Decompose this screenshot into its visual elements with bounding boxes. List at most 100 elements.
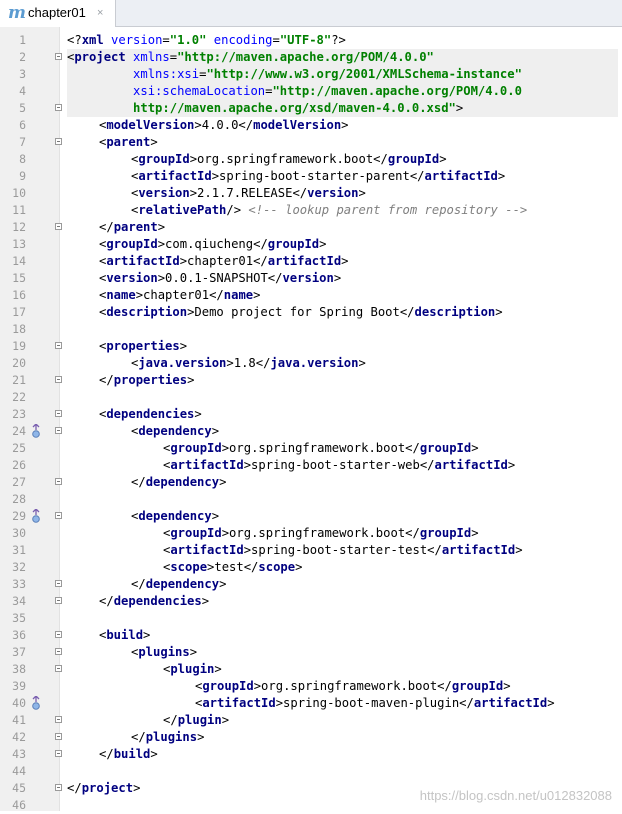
code-line[interactable]: 33 </dependency> — [0, 576, 622, 593]
code-line[interactable]: 28 — [0, 491, 622, 508]
code-token: java.version — [270, 356, 359, 370]
code-token: > — [253, 288, 261, 302]
code-token: plugins — [138, 645, 190, 659]
code-token: dependencies — [106, 407, 195, 421]
code-line[interactable]: 25 <groupId>org.springframework.boot</gro… — [0, 440, 622, 457]
fold-toggle-icon[interactable] — [55, 716, 62, 723]
fold-toggle-icon[interactable] — [55, 376, 62, 383]
line-number: 13 — [12, 237, 26, 251]
code-token: artifactId — [202, 696, 276, 710]
code-token: > — [189, 645, 198, 659]
code-line[interactable]: 29 <dependency> — [0, 508, 622, 525]
code-text: <version>0.0.1-SNAPSHOT</version> — [67, 270, 618, 287]
code-line[interactable]: 13 <groupId>com.qiucheng</groupId> — [0, 236, 622, 253]
line-number: 1 — [19, 33, 26, 47]
code-line[interactable]: 15 <version>0.0.1-SNAPSHOT</version> — [0, 270, 622, 287]
fold-toggle-icon[interactable] — [55, 631, 62, 638]
fold-toggle-icon[interactable] — [55, 648, 62, 655]
code-line[interactable]: 24 <dependency> — [0, 423, 622, 440]
code-line[interactable]: 17 <description>Demo project for Spring B… — [0, 304, 622, 321]
overrides-parent-icon[interactable] — [31, 423, 41, 439]
code-line[interactable]: 36 <build> — [0, 627, 622, 644]
code-line[interactable]: 44 — [0, 763, 622, 780]
line-number: 4 — [19, 84, 26, 98]
code-line[interactable]: 22 — [0, 389, 622, 406]
code-line[interactable]: 11 <relativePath/> <!-- lookup parent fro… — [0, 202, 622, 219]
code-line[interactable]: 9 <artifactId>spring-boot-starter-parent<… — [0, 168, 622, 185]
code-line[interactable]: 19 <properties> — [0, 338, 622, 355]
fold-toggle-icon[interactable] — [55, 750, 62, 757]
code-line[interactable]: 20 <java.version>1.8</java.version> — [0, 355, 622, 372]
code-token: "http://maven.apache.org/POM/4.0.0" — [177, 50, 434, 64]
code-line[interactable]: 12 </parent> — [0, 219, 622, 236]
code-line[interactable]: 8 <groupId>org.springframework.boot</grou… — [0, 151, 622, 168]
code-line[interactable]: 4 xsi:schemaLocation="http://maven.apach… — [0, 83, 622, 100]
code-line[interactable]: 30 <groupId>org.springframework.boot</gro… — [0, 525, 622, 542]
code-token: </ — [163, 713, 178, 727]
code-text: <relativePath/> <!-- lookup parent from … — [67, 202, 618, 219]
code-token: xml — [81, 33, 112, 47]
fold-toggle-icon[interactable] — [55, 223, 62, 230]
code-line[interactable]: 6 <modelVersion>4.0.0</modelVersion> — [0, 117, 622, 134]
code-line[interactable]: 40 <artifactId>spring-boot-maven-plugin</… — [0, 695, 622, 712]
code-line[interactable]: 18 — [0, 321, 622, 338]
fold-toggle-icon[interactable] — [55, 597, 62, 604]
code-line[interactable]: 3 xmlns:xsi="http://www.w3.org/2001/XMLS… — [0, 66, 622, 83]
code-token: relativePath — [138, 203, 227, 217]
code-line[interactable]: 14 <artifactId>chapter01</artifactId> — [0, 253, 622, 270]
fold-toggle-icon[interactable] — [55, 733, 62, 740]
fold-toggle-icon[interactable] — [55, 138, 62, 145]
code-line[interactable]: 34 </dependencies> — [0, 593, 622, 610]
fold-toggle-icon[interactable] — [55, 478, 62, 485]
code-line[interactable]: 38 <plugin> — [0, 661, 622, 678]
code-line[interactable]: 23 <dependencies> — [0, 406, 622, 423]
code-text: </build> — [67, 746, 618, 763]
fold-toggle-icon[interactable] — [55, 580, 62, 587]
code-line[interactable]: 2 <project xmlns="http://maven.apache.org… — [0, 49, 622, 66]
code-line[interactable]: 7 <parent> — [0, 134, 622, 151]
code-editor[interactable]: 1 <?xml version="1.0" encoding="UTF-8"?> 2… — [0, 32, 622, 812]
code-line[interactable]: 31 <artifactId>spring-boot-starter-test</… — [0, 542, 622, 559]
code-token: xmlns — [133, 50, 170, 64]
fold-toggle-icon[interactable] — [55, 512, 62, 519]
tab-label: chapter01 — [28, 5, 86, 20]
code-line[interactable]: 35 — [0, 610, 622, 627]
code-token: artifactId — [170, 543, 244, 557]
code-line[interactable]: 21 </properties> — [0, 372, 622, 389]
code-text: <artifactId>spring-boot-maven-plugin</ar… — [67, 695, 618, 712]
code-line[interactable]: 1 <?xml version="1.0" encoding="UTF-8"?> — [0, 32, 622, 49]
code-line[interactable]: 39 <groupId>org.springframework.boot</gro… — [0, 678, 622, 695]
line-number: 30 — [12, 526, 26, 540]
code-token: dependency — [145, 577, 220, 591]
fold-toggle-icon[interactable] — [55, 665, 62, 672]
line-number: 43 — [12, 747, 26, 761]
code-line[interactable]: 16 <name>chapter01</name> — [0, 287, 622, 304]
tab-chapter01[interactable]: m chapter01 × — [0, 0, 116, 27]
code-line[interactable]: 10 <version>2.1.7.RELEASE</version> — [0, 185, 622, 202]
fold-toggle-icon[interactable] — [55, 427, 62, 434]
code-line[interactable]: 41 </plugin> — [0, 712, 622, 729]
code-token: artifactId — [170, 458, 244, 472]
code-token: "1.0" — [169, 33, 214, 47]
code-line[interactable]: 27 </dependency> — [0, 474, 622, 491]
fold-toggle-icon[interactable] — [55, 104, 62, 111]
close-icon[interactable]: × — [97, 5, 103, 21]
code-line[interactable]: 32 <scope>test</scope> — [0, 559, 622, 576]
fold-toggle-icon[interactable] — [55, 784, 62, 791]
fold-toggle-icon[interactable] — [55, 53, 62, 60]
fold-toggle-icon[interactable] — [55, 342, 62, 349]
code-line[interactable]: 5 http://maven.apache.org/xsd/maven-4.0.… — [0, 100, 622, 117]
code-token: </ — [67, 781, 82, 795]
code-text: <groupId>com.qiucheng</groupId> — [67, 236, 618, 253]
overrides-parent-icon[interactable] — [31, 695, 41, 711]
code-line[interactable]: 42 </plugins> — [0, 729, 622, 746]
code-token: </ — [99, 220, 114, 234]
overrides-parent-icon[interactable] — [31, 508, 41, 524]
code-line[interactable]: 37 <plugins> — [0, 644, 622, 661]
code-token: = — [169, 50, 178, 64]
fold-toggle-icon[interactable] — [55, 410, 62, 417]
code-line[interactable]: 26 <artifactId>spring-boot-starter-web</a… — [0, 457, 622, 474]
code-line[interactable]: 43 </build> — [0, 746, 622, 763]
